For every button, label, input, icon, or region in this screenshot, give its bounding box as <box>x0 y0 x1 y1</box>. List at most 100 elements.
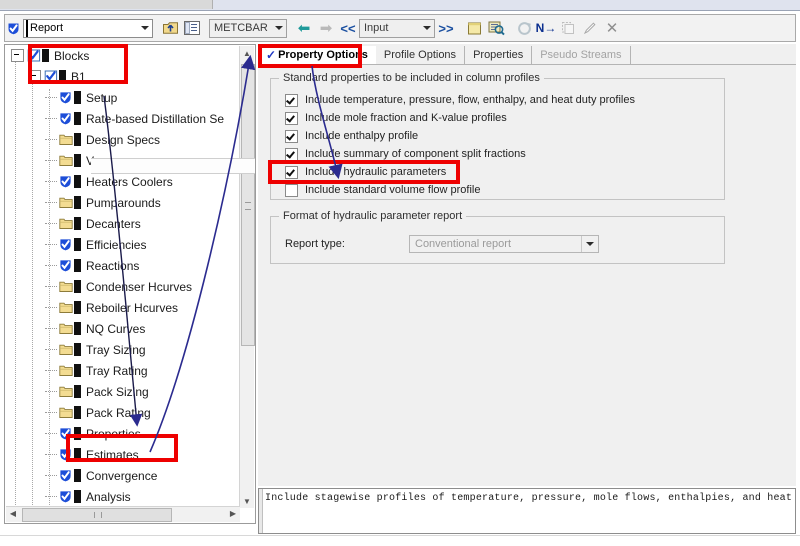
scroll-right-icon[interactable]: ▶ <box>226 507 240 520</box>
tree-item-marker <box>74 259 81 272</box>
toolbar: Report METCBAR ⬅ ➡ << Input >> N→ ✕ <box>4 14 796 42</box>
status-message-pane: Include stagewise profiles of temperatur… <box>258 488 796 534</box>
edit-button[interactable] <box>579 18 601 39</box>
checkbox-row-0[interactable]: Include temperature, pressure, flow, ent… <box>285 91 635 109</box>
tree-connector-line <box>45 495 57 498</box>
checkbox-input[interactable] <box>285 129 298 143</box>
tree-connector-line <box>45 348 57 351</box>
object-tree-panel[interactable]: Blocks B1 Setup Rate-based Distillation Se D… <box>4 44 256 524</box>
reinitialize-button[interactable] <box>513 18 535 39</box>
tree-expander-minus-icon[interactable] <box>11 49 24 62</box>
checkbox-row-1[interactable]: Include mole fraction and K-value profil… <box>285 109 507 127</box>
report-type-combo[interactable]: Conventional report <box>409 235 599 253</box>
tree-item-heaters-coolers[interactable]: Heaters Coolers <box>5 171 241 192</box>
checkbox-row-2[interactable]: Include enthalpy profile <box>285 127 418 145</box>
tree-item-convergence[interactable]: Convergence <box>5 465 241 486</box>
hierarchy-button[interactable] <box>181 18 203 39</box>
tree-item-efficiencies[interactable]: Efficiencies <box>5 234 241 255</box>
tree-item-setup[interactable]: Setup <box>5 87 241 108</box>
scroll-down-icon[interactable]: ▼ <box>240 494 254 508</box>
object-combo[interactable]: Report <box>23 18 153 38</box>
tree-item-rate-based-distillation-se[interactable]: Rate-based Distillation Se <box>5 108 241 129</box>
tree-item-blocks[interactable]: Blocks <box>5 45 241 66</box>
new-button[interactable] <box>463 18 485 39</box>
scroll-thumb[interactable] <box>241 64 255 346</box>
tree-item-label: Reactions <box>86 258 140 273</box>
object-tree[interactable]: Blocks B1 Setup Rate-based Distillation Se D… <box>5 45 241 507</box>
tree-item-pack-sizing[interactable]: Pack Sizing <box>5 381 241 402</box>
tab-profile-options[interactable]: Profile Options <box>375 46 466 64</box>
nav-previous-button[interactable]: << <box>337 18 359 39</box>
delete-button[interactable]: ✕ <box>601 18 623 39</box>
tree-expander-minus-icon[interactable] <box>28 70 41 83</box>
chevron-double-left-icon: << <box>340 20 356 36</box>
data-browser-button[interactable] <box>485 18 507 39</box>
copy-button[interactable] <box>557 18 579 39</box>
tree-item-label: Pack Rating <box>86 405 151 420</box>
chevron-down-icon[interactable] <box>581 236 598 252</box>
format-group: Format of hydraulic parameter report Rep… <box>270 210 725 264</box>
tree-item-marker <box>74 196 81 209</box>
checkbox-input[interactable] <box>285 165 298 179</box>
units-combo-value: METCBAR <box>214 21 268 34</box>
nav-next-button[interactable]: >> <box>435 18 457 39</box>
tree-item-reactions[interactable]: Reactions <box>5 255 241 276</box>
standard-properties-group-title: Standard properties to be included in co… <box>279 72 544 84</box>
tree-item-b1[interactable]: B1 <box>5 66 241 87</box>
checkbox-input[interactable] <box>285 147 298 161</box>
tree-connector-line <box>45 222 57 225</box>
go-up-button[interactable] <box>159 18 181 39</box>
tree-horizontal-scrollbar[interactable]: ◀ ▶ <box>6 506 240 522</box>
tree-item-reboiler-hcurves[interactable]: Reboiler Hcurves <box>5 297 241 318</box>
blue-check-shield-icon <box>7 22 20 35</box>
tree-item-decanters[interactable]: Decanters <box>5 213 241 234</box>
tree-connector-line <box>45 180 57 183</box>
folder-icon <box>58 385 73 399</box>
tree-item-marker <box>74 112 81 125</box>
tab-properties[interactable]: Properties <box>465 46 533 64</box>
nav-back-button[interactable]: ⬅ <box>293 18 315 39</box>
tree-item-pumparounds[interactable]: Pumparounds <box>5 192 241 213</box>
tab-pseudo-streams[interactable]: Pseudo Streams <box>532 46 631 64</box>
chevron-down-icon[interactable] <box>271 20 286 37</box>
scroll-left-icon[interactable]: ◀ <box>6 507 20 520</box>
tree-vertical-scrollbar[interactable]: ▲ ▼ <box>239 46 255 508</box>
tree-item-condenser-hcurves[interactable]: Condenser Hcurves <box>5 276 241 297</box>
checkbox-input[interactable] <box>285 183 298 197</box>
tree-item-marker <box>74 427 81 440</box>
tab-check-icon: ✓ <box>266 48 277 62</box>
checked-box-icon <box>43 70 58 84</box>
checkbox-row-4[interactable]: Include hydraulic parameters <box>285 163 446 181</box>
tree-connector-line <box>45 159 57 162</box>
folder-icon <box>58 406 73 420</box>
scroll-thumb[interactable] <box>22 508 172 522</box>
chevron-down-icon[interactable] <box>419 20 434 37</box>
tree-item-design-specs[interactable]: Design Specs <box>5 129 241 150</box>
checkbox-input[interactable] <box>285 93 298 107</box>
units-combo[interactable]: METCBAR <box>209 18 287 38</box>
checkbox-row-5[interactable]: Include standard volume flow profile <box>285 181 480 199</box>
tree-item-marker <box>59 70 66 83</box>
tree-item-label: B1 <box>71 69 86 84</box>
tree-item-tray-sizing[interactable]: Tray Sizing <box>5 339 241 360</box>
tree-item-properties[interactable]: Properties <box>5 423 241 444</box>
checkbox-row-3[interactable]: Include summary of component split fract… <box>285 145 526 163</box>
tab-property-options[interactable]: ✓ Property Options <box>258 46 376 64</box>
tree-item-estimates[interactable]: Estimates <box>5 444 241 465</box>
tree-item-marker <box>74 406 81 419</box>
tree-item-pack-rating[interactable]: Pack Rating <box>5 402 241 423</box>
tree-item-label: Blocks <box>54 48 90 63</box>
scroll-up-icon[interactable]: ▲ <box>240 46 254 60</box>
view-combo[interactable]: Input <box>359 18 435 38</box>
tree-item-analysis[interactable]: Analysis <box>5 486 241 507</box>
next-input-button[interactable]: N→ <box>535 18 557 39</box>
tree-item-label: Analysis <box>86 489 131 504</box>
chevron-down-icon[interactable] <box>137 20 152 37</box>
tree-item-nq-curves[interactable]: NQ Curves <box>5 318 241 339</box>
blue-check-shield-icon <box>58 238 73 252</box>
nav-forward-button[interactable]: ➡ <box>315 18 337 39</box>
tree-item-marker <box>74 91 81 104</box>
tree-item-label: Setup <box>86 90 118 105</box>
checkbox-input[interactable] <box>285 111 298 125</box>
tree-item-tray-rating[interactable]: Tray Rating <box>5 360 241 381</box>
